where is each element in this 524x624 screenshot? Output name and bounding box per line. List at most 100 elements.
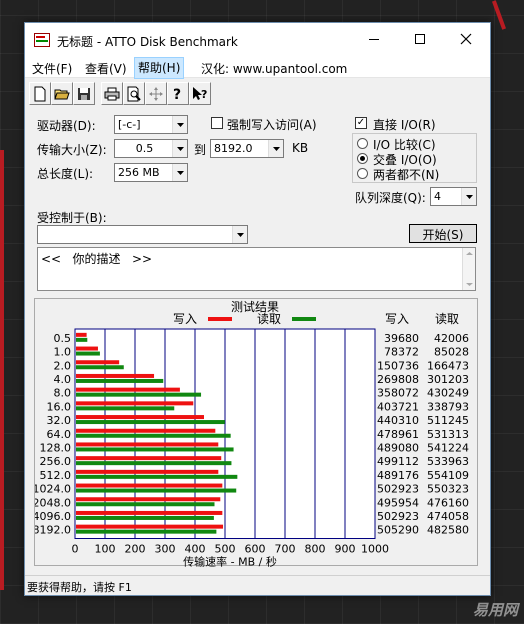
description-scrollbar[interactable] [462, 248, 475, 290]
write-value: 78372 [384, 346, 419, 359]
row-size-label: 32.0 [47, 414, 72, 427]
row-size-label: 256.0 [40, 455, 72, 468]
maximize-button[interactable] [397, 23, 443, 55]
bar-write [76, 415, 204, 420]
write-value: 478961 [377, 428, 419, 441]
print-icon [104, 87, 120, 100]
results-panel: 测试结果 写入 读取 写入 读取 0 100 200 300 400 500 600 700 800 900… [33, 298, 478, 569]
minimize-button[interactable] [351, 23, 397, 55]
chevron-down-icon [461, 188, 476, 205]
start-button[interactable]: 开始(S) [409, 224, 477, 243]
bar-write [76, 442, 219, 447]
drive-label: 驱动器(D): [37, 119, 96, 133]
bar-read [76, 337, 88, 342]
context-help-button[interactable]: ? [189, 82, 211, 105]
transfer-size-to-select[interactable]: 8192.0 [210, 139, 284, 158]
column-header-read: 读取 [435, 312, 459, 326]
bar-write [76, 469, 219, 474]
move-button[interactable] [145, 82, 167, 105]
bar-read [76, 502, 215, 507]
status-bar: 要获得帮助，请按 F1 [25, 575, 490, 596]
chevron-down-icon [268, 140, 283, 157]
start-button-label: 开始(S) [422, 228, 464, 242]
total-length-value: 256 MB [118, 166, 160, 179]
transfer-size-label: 传输大小(Z): [37, 143, 107, 157]
bar-read [76, 447, 234, 452]
write-value: 502923 [377, 483, 419, 496]
io-compare-radio[interactable] [357, 138, 368, 149]
direct-io-checkbox[interactable]: ✓ [355, 117, 367, 129]
controlled-by-select[interactable] [37, 225, 248, 244]
bar-write [76, 497, 221, 502]
x-tick-label: 300 [155, 543, 176, 556]
force-write-checkbox[interactable] [211, 117, 223, 129]
bar-read [76, 351, 100, 356]
force-write-label: 强制写入访问(A) [227, 118, 317, 132]
kb-unit-label: KB [292, 141, 309, 155]
menu-help[interactable]: 帮助(H) [134, 57, 185, 79]
menu-localization-link[interactable]: 汉化: www.upantool.com [198, 59, 350, 78]
transfer-size-from-select[interactable]: 0.5 [114, 139, 188, 158]
print-button[interactable] [101, 82, 123, 105]
checkmark-icon: ✓ [356, 117, 366, 128]
read-value: 42006 [434, 332, 469, 345]
total-length-select[interactable]: 256 MB [114, 163, 188, 182]
row-size-label: 16.0 [47, 400, 72, 413]
read-value: 533963 [427, 455, 469, 468]
read-value: 338793 [427, 400, 469, 413]
new-button[interactable] [29, 82, 51, 105]
help-icon: ? [173, 87, 181, 102]
queue-depth-select[interactable]: 4 [430, 187, 477, 206]
benchmark-chart: 测试结果写入 读取 写入 读取0 100 200 300 400 500 600 700 800 900… [33, 299, 470, 569]
open-icon [54, 89, 70, 99]
read-value: 85028 [434, 346, 469, 359]
queue-depth-value: 4 [434, 190, 441, 203]
write-value: 505290 [377, 524, 419, 537]
x-tick-label: 800 [305, 543, 326, 556]
context-help-icon: ? [193, 86, 207, 101]
transfer-size-from-value: 0.5 [135, 142, 154, 155]
bar-read [76, 365, 124, 370]
svg-text:?: ? [173, 87, 181, 102]
read-value: 511245 [427, 414, 469, 427]
row-size-label: 64.0 [47, 428, 72, 441]
bar-read [76, 406, 175, 411]
window-title: 无标题 - ATTO Disk Benchmark [57, 35, 238, 49]
read-value: 474058 [427, 510, 469, 523]
bar-write [76, 456, 222, 461]
neither-radio[interactable] [357, 168, 368, 179]
write-value: 39680 [384, 332, 419, 345]
description-textarea[interactable]: << 你的描述 >> [37, 247, 476, 291]
read-value: 482580 [427, 524, 469, 537]
close-button[interactable] [443, 23, 489, 55]
write-value: 499112 [377, 455, 419, 468]
x-tick-label: 400 [185, 543, 206, 556]
read-value: 301203 [427, 373, 469, 386]
bar-write [76, 510, 223, 515]
row-size-label: 1024.0 [35, 483, 71, 496]
legend-write-swatch [208, 317, 232, 321]
x-tick-label: 900 [335, 543, 356, 556]
open-button[interactable] [51, 82, 73, 105]
save-button[interactable] [73, 82, 95, 105]
bar-read [76, 420, 225, 425]
menu-file[interactable]: 文件(F) [29, 59, 75, 78]
chevron-down-icon [232, 226, 247, 243]
menu-bar: 文件(F) 查看(V) 帮助(H) 汉化: www.upantool.com [25, 56, 490, 79]
drive-select[interactable]: [-c-] [114, 115, 188, 134]
row-size-label: 0.5 [54, 332, 72, 345]
column-header-write: 写入 [385, 312, 409, 326]
bar-write [76, 428, 216, 433]
help-button[interactable]: ? [167, 82, 189, 105]
write-value: 495954 [377, 496, 419, 509]
x-tick-label: 700 [275, 543, 296, 556]
app-icon [34, 33, 50, 47]
bar-read [76, 378, 164, 383]
overlap-io-radio[interactable] [357, 153, 368, 164]
print-preview-button[interactable] [123, 82, 145, 105]
row-size-label: 512.0 [40, 469, 72, 482]
row-size-label: 128.0 [40, 441, 72, 454]
watermark-text: 易用网 [472, 601, 518, 619]
menu-view[interactable]: 查看(V) [82, 59, 130, 78]
read-value: 531313 [427, 428, 469, 441]
